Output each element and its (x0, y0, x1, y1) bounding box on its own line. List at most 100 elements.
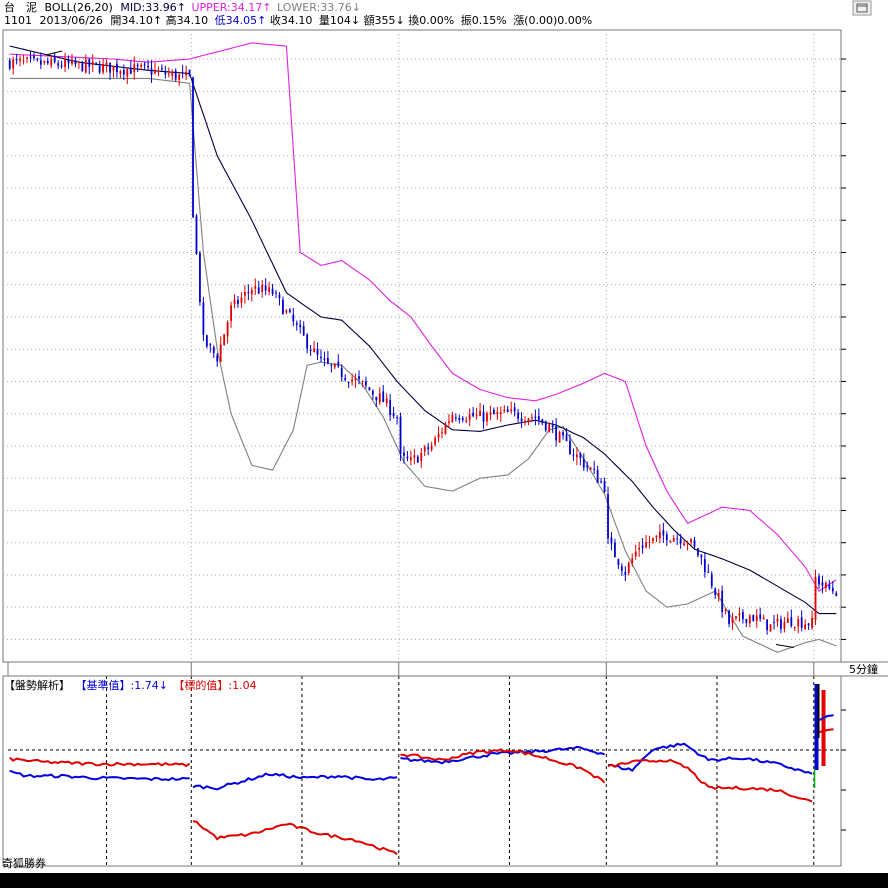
candle-body (575, 454, 578, 458)
candle-body (569, 440, 571, 455)
candle-body (299, 324, 302, 328)
candle-body (735, 616, 737, 619)
candle-body (181, 72, 184, 74)
candle-body (399, 416, 402, 455)
candle-body (19, 58, 22, 61)
candle-body (645, 542, 647, 548)
indicator-title: 【盤勢解析】 (4, 678, 70, 692)
candle-body (88, 59, 91, 67)
candle-body (361, 380, 364, 382)
candle-body (271, 288, 274, 295)
candle-body (8, 60, 11, 69)
svg-text:台 泥 BOLL(26,20) MI: 台 泥 BOLL(26,20) MID:33.96↑ UPPER:34.17↑ … (4, 0, 361, 14)
candle-body (555, 425, 558, 441)
candle-body (57, 63, 60, 66)
candle-body (50, 58, 53, 66)
candle-body (531, 417, 533, 419)
candle-body (209, 344, 212, 346)
candle-body (313, 348, 315, 353)
candle-body (721, 591, 724, 612)
candle-body (354, 378, 357, 381)
candle-body (102, 64, 105, 73)
candle-body (627, 562, 630, 574)
candle-body (240, 297, 243, 303)
candle-body (814, 576, 817, 621)
candle-body (479, 410, 481, 416)
candle-body (185, 71, 188, 76)
candle-body (714, 588, 717, 595)
candle-body (275, 292, 277, 294)
candle-body (230, 305, 232, 321)
change-value: 漲(0.00)0.00% (513, 14, 592, 27)
candle-body (205, 335, 208, 347)
candle-body (81, 62, 84, 72)
candle-body (607, 494, 609, 539)
candle-body (513, 407, 516, 412)
candle-body (745, 618, 748, 623)
candle-body (309, 349, 312, 351)
candle-body (292, 314, 295, 322)
candle-body (261, 285, 264, 292)
candle-body (728, 610, 730, 624)
candle-body (143, 64, 146, 66)
candle-body (109, 62, 111, 73)
candle-body (811, 617, 813, 628)
candle-body (451, 415, 454, 422)
candle-body (524, 421, 526, 423)
boll-upper-value: UPPER:34.17↑ (191, 1, 271, 14)
candle-body (36, 58, 39, 60)
candle-body (769, 624, 772, 632)
candle-body (741, 612, 744, 620)
candle-body (835, 592, 838, 597)
candle-body (136, 64, 139, 67)
candle-body (340, 368, 343, 378)
candle-body (783, 622, 786, 629)
candle-body (520, 418, 523, 422)
candle-body (33, 55, 35, 59)
candle-body (818, 576, 820, 585)
candle-body (368, 387, 371, 391)
candle-body (738, 613, 741, 616)
candle-body (600, 481, 603, 483)
candle-body (652, 537, 654, 542)
candle-body (679, 538, 682, 544)
candle-body (385, 398, 388, 404)
candle-body (378, 393, 381, 403)
candle-body (780, 619, 782, 629)
candle-body (116, 63, 118, 73)
candle-body (365, 381, 367, 386)
indicator-name: BOLL(26,20) (45, 1, 113, 14)
candle-body (755, 615, 758, 621)
candle-body (320, 356, 322, 359)
candle-body (392, 413, 395, 417)
candle-body (472, 412, 475, 417)
candle-body (12, 59, 15, 69)
candle-body (766, 619, 769, 631)
candle-body (793, 626, 796, 628)
candle-body (147, 65, 149, 68)
candle-body (821, 582, 824, 586)
candle-body (202, 302, 205, 335)
candle-body (759, 614, 762, 619)
candle-body (15, 59, 18, 61)
candle-body (762, 617, 765, 620)
candle-body (610, 537, 613, 544)
candle-body (351, 379, 354, 382)
chart-canvas: 5分鐘 台 泥 BOLL(26,20) MID:33.96↑ UPPER:34.… (0, 0, 888, 888)
candle-body (638, 547, 641, 550)
candle-body (475, 414, 478, 416)
timeframe-label[interactable]: 5分鐘 (849, 662, 878, 676)
candle-body (558, 432, 561, 443)
close-button[interactable] (852, 0, 872, 16)
candle-body (427, 447, 430, 450)
candle-body (444, 423, 447, 434)
candle-body (46, 60, 49, 64)
candle-body (77, 61, 80, 63)
candle-body (589, 468, 592, 470)
candle-body (430, 445, 433, 450)
candle-body (662, 530, 665, 536)
candle-body (614, 542, 616, 558)
candle-body (389, 400, 392, 415)
candle-body (492, 409, 495, 415)
candle-body (683, 543, 686, 546)
